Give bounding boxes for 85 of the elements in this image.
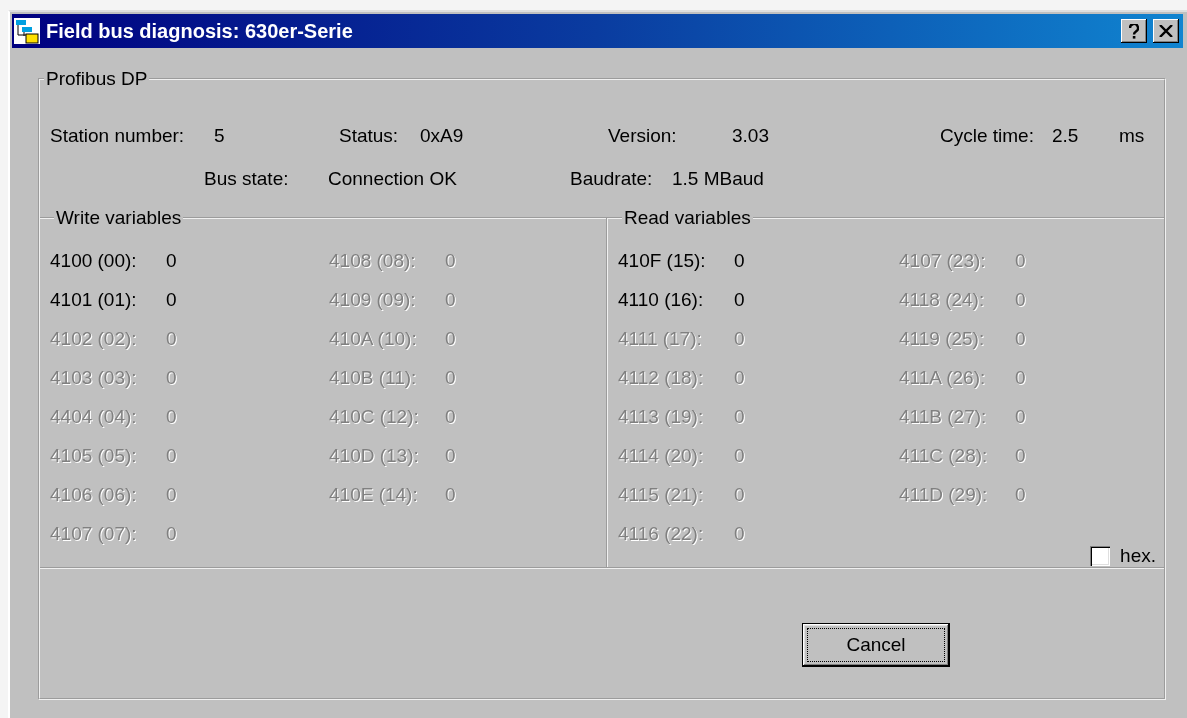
unit-label: ms <box>1119 125 1146 147</box>
variable-value: 0 <box>166 444 177 467</box>
field-label: Baudrate: <box>570 168 654 190</box>
variable-value: 0 <box>445 444 456 467</box>
variable-value: 0 <box>734 327 745 350</box>
variable-label: 410A (10): <box>329 327 418 350</box>
app-icon <box>14 18 40 44</box>
help-icon <box>1129 23 1139 39</box>
variable-value: 0 <box>734 483 745 506</box>
variable-label: 4102 (02): <box>50 327 138 350</box>
variable-label: 4101 (01): <box>50 288 138 311</box>
variable-value: 0 <box>734 288 745 311</box>
variable-label: 4106 (06): <box>50 483 138 506</box>
variable-label: 4404 (04): <box>50 405 138 428</box>
variable-value: 0 <box>734 444 745 467</box>
field-label: Station number: <box>50 125 186 147</box>
variable-value: 0 <box>1015 288 1026 311</box>
field-label: Bus state: <box>204 168 290 190</box>
hex-checkbox[interactable] <box>1090 546 1111 566</box>
variable-value: 0 <box>445 405 456 428</box>
variable-value: 0 <box>166 288 177 311</box>
variable-label: 4114 (20): <box>618 444 705 467</box>
group-title: Profibus DP <box>45 68 149 90</box>
variable-label: 4110 (16): <box>618 288 705 311</box>
variable-label: 4107 (23): <box>899 249 987 272</box>
variable-value: 0 <box>166 483 177 506</box>
variable-value: 0 <box>1015 327 1026 350</box>
variable-label: 4100 (00): <box>50 249 138 272</box>
variable-value: 0 <box>445 366 456 389</box>
variable-label: 4115 (21): <box>618 483 705 506</box>
variable-label: 411D (29): <box>899 483 989 506</box>
variable-value: 0 <box>166 405 177 428</box>
field-value: 5 <box>214 125 226 147</box>
field-label: Cycle time: <box>940 125 1035 147</box>
variable-label: 4116 (22): <box>618 522 705 545</box>
close-icon <box>1159 25 1173 37</box>
variable-value: 0 <box>734 522 745 545</box>
variable-label: 410D (13): <box>329 444 420 467</box>
variable-label: 411C (28): <box>899 444 989 467</box>
variable-label: 4109 (09): <box>329 288 417 311</box>
variable-label: 4112 (18): <box>618 366 705 389</box>
variable-label: 4119 (25): <box>899 327 986 350</box>
variable-value: 0 <box>445 288 456 311</box>
variable-value: 0 <box>166 366 177 389</box>
variable-label: 410E (14): <box>329 483 419 506</box>
field-value: 1.5 MBaud <box>672 168 765 190</box>
field-value: 2.5 <box>1052 125 1080 147</box>
variable-value: 0 <box>734 366 745 389</box>
variable-label: 4118 (24): <box>899 288 986 311</box>
field-value: Connection OK <box>328 168 458 190</box>
variable-label: 411B (27): <box>899 405 988 428</box>
variable-label: 4113 (19): <box>618 405 705 428</box>
variable-value: 0 <box>1015 483 1026 506</box>
variable-value: 0 <box>1015 249 1026 272</box>
field-label: Version: <box>608 125 678 147</box>
variable-label: 410B (11): <box>329 366 418 389</box>
variable-label: 4103 (03): <box>50 366 138 389</box>
variable-value: 0 <box>445 327 456 350</box>
field-value: 3.03 <box>732 125 770 147</box>
variable-label: 410C (12): <box>329 405 420 428</box>
help-button[interactable] <box>1121 19 1147 43</box>
variable-value: 0 <box>734 249 745 272</box>
variable-value: 0 <box>1015 405 1026 428</box>
variable-value: 0 <box>166 249 177 272</box>
variable-label: 411A (26): <box>899 366 987 389</box>
variable-value: 0 <box>445 249 456 272</box>
group-title: Read variables <box>623 207 752 229</box>
field-value: 0xA9 <box>420 125 465 147</box>
variable-value: 0 <box>734 405 745 428</box>
variable-value: 0 <box>166 327 177 350</box>
variable-label: 4108 (08): <box>329 249 417 272</box>
close-button[interactable] <box>1153 19 1179 43</box>
variable-value: 0 <box>1015 366 1026 389</box>
variable-label: 410F (15): <box>618 249 707 272</box>
window-title: Field bus diagnosis: 630er-Serie <box>46 19 354 43</box>
checkbox-label: hex. <box>1120 545 1156 567</box>
field-label: Status: <box>339 125 400 147</box>
variable-value: 0 <box>1015 444 1026 467</box>
variable-value: 0 <box>166 522 177 545</box>
group-title: Write variables <box>55 207 183 229</box>
cancel-button[interactable]: Cancel <box>802 623 950 667</box>
variable-label: 4105 (05): <box>50 444 138 467</box>
variable-label: 4111 (17): <box>618 327 703 350</box>
variable-label: 4107 (07): <box>50 522 138 545</box>
variable-value: 0 <box>445 483 456 506</box>
